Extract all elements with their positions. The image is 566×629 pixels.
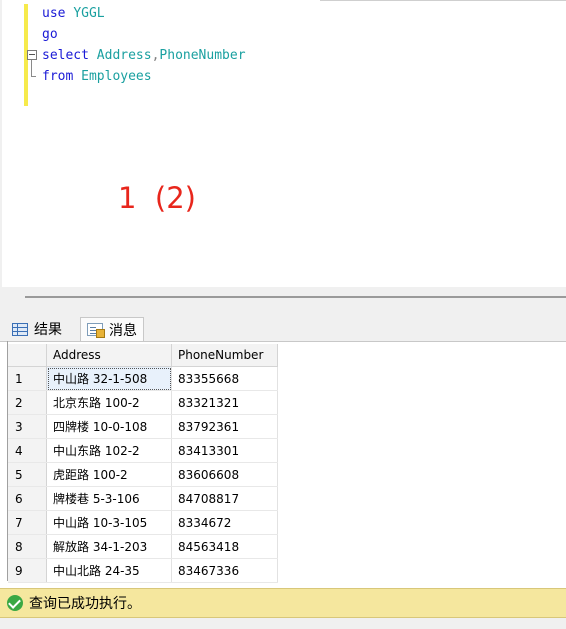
messages-icon [87,323,105,338]
result-tabs: 结果 消息 [0,312,566,341]
table-row[interactable]: 9 中山北路 24-35 83467336 [8,558,278,583]
row-number-cell[interactable]: 6 [8,486,47,511]
tab-messages[interactable]: 消息 [80,317,144,341]
results-grid-icon [12,322,28,336]
phonenumber-cell[interactable]: 84708817 [171,486,278,511]
table-row[interactable]: 3 四牌楼 10-0-108 83792361 [8,414,278,439]
table-row[interactable]: 7 中山路 10-3-105 8334672 [8,510,278,535]
phonenumber-cell[interactable]: 83606608 [171,462,278,487]
row-number-cell[interactable]: 8 [8,534,47,559]
tab-messages-label: 消息 [109,322,137,339]
address-cell[interactable]: 解放路 34-1-203 [46,534,172,559]
tab-results[interactable]: 结果 [6,317,76,341]
phonenumber-cell[interactable]: 83321321 [171,390,278,415]
results-grid[interactable]: Address PhoneNumber 1 中山路 32-1-508 8335566… [8,344,278,583]
splitter-grip[interactable] [25,296,566,298]
code-token: use [42,6,74,21]
sql-code[interactable]: use YGGL go select Address,PhoneNumber from… [42,3,246,87]
code-token: YGGL [73,6,105,21]
address-cell[interactable]: 牌楼巷 5-3-106 [46,486,172,511]
code-token: Address [96,48,152,63]
tab-results-label: 结果 [34,322,62,338]
table-row[interactable]: 1 中山路 32-1-508 83355668 [8,366,278,391]
fold-guide-line [31,60,32,77]
code-line[interactable]: from Employees [42,66,246,87]
fold-guide-end [31,76,36,77]
collapse-icon[interactable] [27,50,37,60]
code-line[interactable]: use YGGL [42,3,246,24]
table-row[interactable]: 8 解放路 34-1-203 84563418 [8,534,278,559]
code-token: go [42,27,58,42]
row-number-cell[interactable]: 9 [8,558,47,583]
column-header-phonenumber[interactable]: PhoneNumber [171,344,278,367]
code-line[interactable]: select Address,PhoneNumber [42,45,246,66]
address-cell[interactable]: 四牌楼 10-0-108 [46,414,172,439]
row-number-header[interactable] [8,344,47,367]
row-number-cell[interactable]: 5 [8,462,47,487]
row-number-cell[interactable]: 7 [8,510,47,535]
phonenumber-cell[interactable]: 83792361 [171,414,278,439]
column-header-address[interactable]: Address [46,344,172,367]
table-row[interactable]: 2 北京东路 100-2 83321321 [8,390,278,415]
status-bar: 查询已成功执行。 [0,588,566,618]
phonenumber-cell[interactable]: 83413301 [171,438,278,463]
row-number-cell[interactable]: 3 [8,414,47,439]
table-row[interactable]: 4 中山东路 102-2 83413301 [8,438,278,463]
row-number-cell[interactable]: 4 [8,438,47,463]
grid-header-row: Address PhoneNumber [8,344,278,367]
code-token: select [42,48,97,63]
phonenumber-cell[interactable]: 8334672 [171,510,278,535]
query-editor[interactable]: use YGGL go select Address,PhoneNumber from… [0,0,566,287]
address-cell[interactable]: 中山路 10-3-105 [46,510,172,535]
address-cell[interactable]: 中山北路 24-35 [46,558,172,583]
phonenumber-cell[interactable]: 83355668 [171,366,278,391]
address-cell[interactable]: 中山路 32-1-508 [46,366,172,391]
code-line[interactable]: go [42,24,246,45]
editor-left-border [0,0,2,287]
code-token: from [42,69,82,84]
phonenumber-cell[interactable]: 84563418 [171,534,278,559]
address-cell[interactable]: 虎距路 100-2 [46,462,172,487]
status-message: 查询已成功执行。 [29,596,141,612]
table-row[interactable]: 6 牌楼巷 5-3-106 84708817 [8,486,278,511]
address-cell[interactable]: 中山东路 102-2 [46,438,172,463]
table-row[interactable]: 5 虎距路 100-2 83606608 [8,462,278,487]
success-check-icon [7,595,23,611]
row-number-cell[interactable]: 2 [8,390,47,415]
phonenumber-cell[interactable]: 83467336 [171,558,278,583]
red-annotation: 1 (2) [118,181,196,215]
bottom-strip [0,618,566,629]
row-number-cell[interactable]: 1 [8,366,47,391]
code-token: PhoneNumber [159,48,246,63]
code-token: Employees [81,69,152,84]
pane-splitter[interactable] [0,287,566,312]
editor-top-border [320,0,566,1]
address-cell[interactable]: 北京东路 100-2 [46,390,172,415]
